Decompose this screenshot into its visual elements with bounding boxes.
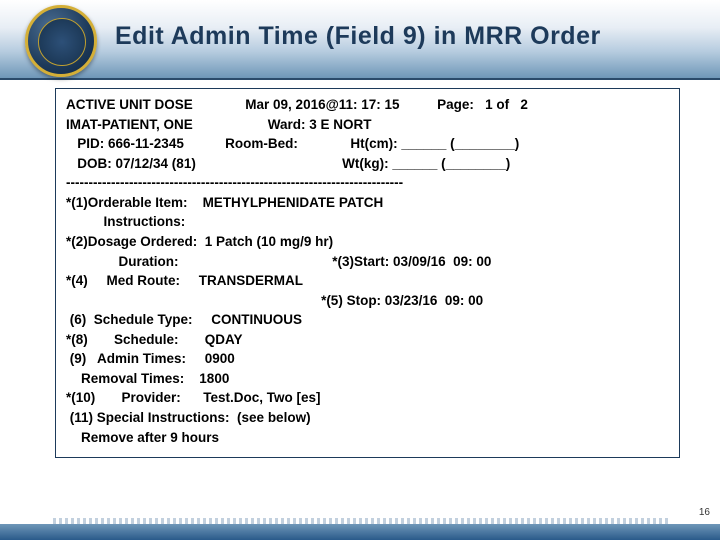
field-11: (11) Special Instructions: (see below) bbox=[66, 408, 669, 428]
field-8: *(8) Schedule: QDAY bbox=[66, 330, 669, 350]
header-row-4: DOB: 07/12/34 (81) Wt(kg): ______ (_____… bbox=[66, 154, 669, 174]
page-title: Edit Admin Time (Field 9) in MRR Order bbox=[115, 22, 601, 51]
header-row-2: IMAT-PATIENT, ONE Ward: 3 E NORT bbox=[66, 115, 669, 135]
order-detail-box: ACTIVE UNIT DOSE Mar 09, 2016@11: 17: 15… bbox=[55, 88, 680, 458]
page-number: 16 bbox=[699, 507, 710, 518]
agency-seal-icon bbox=[25, 5, 97, 77]
field-2: *(2)Dosage Ordered: 1 Patch (10 mg/9 hr) bbox=[66, 232, 669, 252]
header-row-3: PID: 666-11-2345 Room-Bed: Ht(cm): _____… bbox=[66, 134, 669, 154]
removal-times: Removal Times: 1800 bbox=[66, 369, 669, 389]
field-6: (6) Schedule Type: CONTINUOUS bbox=[66, 310, 669, 330]
header-row-1: ACTIVE UNIT DOSE Mar 09, 2016@11: 17: 15… bbox=[66, 95, 669, 115]
field-1: *(1)Orderable Item: METHYLPHENIDATE PATC… bbox=[66, 193, 669, 213]
duration-start: Duration: *(3)Start: 03/09/16 09: 00 bbox=[66, 252, 669, 272]
instructions: Instructions: bbox=[66, 212, 669, 232]
field-4: *(4) Med Route: TRANSDERMAL bbox=[66, 271, 669, 291]
header-bar: Edit Admin Time (Field 9) in MRR Order bbox=[0, 0, 720, 80]
field-10: *(10) Provider: Test.Doc, Two [es] bbox=[66, 388, 669, 408]
footer-bar bbox=[0, 524, 720, 540]
field-9: (9) Admin Times: 0900 bbox=[66, 349, 669, 369]
divider: ----------------------------------------… bbox=[66, 173, 669, 193]
field-5: *(5) Stop: 03/23/16 09: 00 bbox=[66, 291, 669, 311]
remove-note: Remove after 9 hours bbox=[66, 428, 669, 448]
